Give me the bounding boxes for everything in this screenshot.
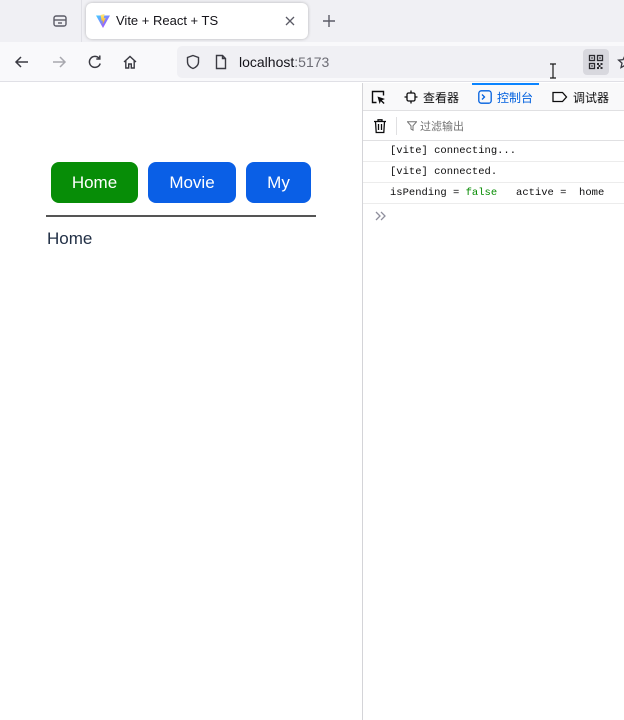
qr-code-icon xyxy=(588,54,604,70)
nav-divider xyxy=(46,215,316,217)
console-icon xyxy=(478,90,492,104)
console-log-row: [vite] connected. xyxy=(363,162,624,183)
devtools-panel: 查看器 控制台 调试器 [vite] connecting... [vite] … xyxy=(362,83,624,720)
forward-button[interactable] xyxy=(46,50,72,74)
log-text: isPending = xyxy=(390,187,466,199)
tab-debugger[interactable]: 调试器 xyxy=(552,83,609,111)
trash-icon[interactable] xyxy=(372,118,388,134)
log-text: active = home xyxy=(497,187,605,199)
reload-button[interactable] xyxy=(82,50,108,74)
tab-inspector[interactable]: 查看器 xyxy=(404,83,459,111)
url-host: localhost xyxy=(239,54,295,70)
browser-tab[interactable]: Vite + React + TS xyxy=(86,3,308,39)
toolbar-divider xyxy=(396,117,397,135)
filter-output-input[interactable] xyxy=(420,119,610,135)
tab-list-button[interactable] xyxy=(46,8,74,34)
tab-console-label: 控制台 xyxy=(497,90,534,105)
url-port: :5173 xyxy=(294,54,330,70)
tab-strip: Vite + React + TS xyxy=(0,0,624,42)
forward-arrow-icon xyxy=(53,56,67,68)
text-cursor-icon xyxy=(550,63,556,79)
filter-icon xyxy=(407,121,417,131)
log-boolean-value: false xyxy=(465,187,498,199)
console-toolbar xyxy=(363,111,624,141)
strip-divider xyxy=(81,0,82,42)
close-icon xyxy=(285,16,295,26)
reload-icon xyxy=(88,55,101,69)
inspector-icon xyxy=(404,90,418,104)
tab-close-button[interactable] xyxy=(282,13,298,29)
page-icon[interactable] xyxy=(213,54,229,70)
url-text[interactable]: localhost:5173 xyxy=(239,54,329,70)
console-log-row: isPending = false active = home xyxy=(363,183,624,204)
tab-list-icon xyxy=(53,15,67,27)
tab-inspector-label: 查看器 xyxy=(423,90,460,105)
tab-title: Vite + React + TS xyxy=(116,13,219,28)
movie-nav-button[interactable]: Movie xyxy=(148,162,236,203)
shield-icon[interactable] xyxy=(185,54,201,70)
page-content-text: Home xyxy=(47,229,93,248)
plus-icon xyxy=(323,15,335,27)
page-content: Home Movie My Home xyxy=(0,83,362,720)
console-prompt-icon[interactable] xyxy=(374,209,388,223)
tab-debugger-label: 调试器 xyxy=(573,90,610,105)
qr-code-button[interactable] xyxy=(583,49,609,75)
devtools-tab-bar: 查看器 控制台 调试器 xyxy=(363,83,624,111)
bookmark-star-icon[interactable] xyxy=(617,54,624,70)
console-log-row: [vite] connecting... xyxy=(363,141,624,162)
new-tab-button[interactable] xyxy=(318,10,340,32)
home-icon xyxy=(123,55,137,69)
my-nav-button[interactable]: My xyxy=(246,162,311,203)
vite-favicon-icon xyxy=(96,14,110,28)
tab-console[interactable]: 控制台 xyxy=(471,83,540,111)
home-button[interactable] xyxy=(117,50,143,74)
navigation-toolbar: localhost:5173 xyxy=(0,42,624,82)
back-button[interactable] xyxy=(9,50,35,74)
back-arrow-icon xyxy=(14,56,28,68)
debugger-icon xyxy=(552,91,568,103)
home-nav-button[interactable]: Home xyxy=(51,162,138,203)
element-picker-icon[interactable] xyxy=(370,89,386,105)
